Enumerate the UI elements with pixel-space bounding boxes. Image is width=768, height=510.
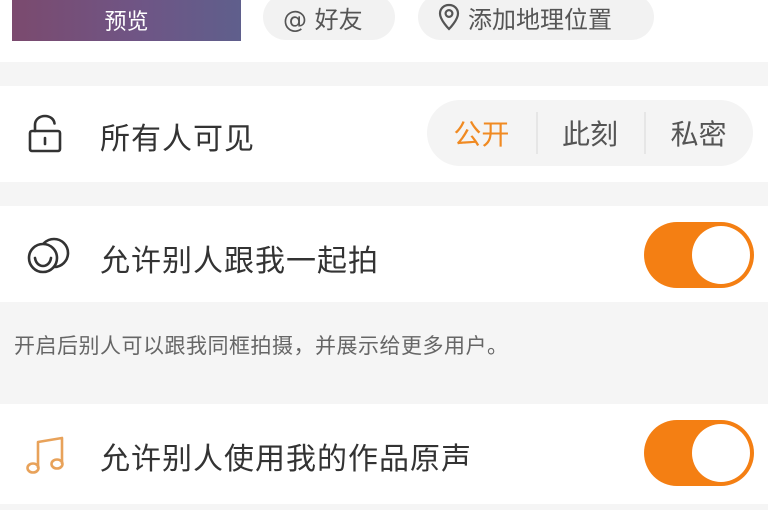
mention-friends-chip[interactable]: @ 好友 — [263, 0, 395, 40]
friends-chip-label: @ 好友 — [283, 5, 363, 34]
unlock-icon — [28, 114, 62, 153]
post-settings-screen: 预览 @ 好友 添加地理位置 所有人可见 公开 此刻 私密 允许别人跟我一起拍 … — [0, 0, 768, 510]
location-chip-label: 添加地理位置 — [468, 5, 612, 34]
toggle-knob — [692, 424, 750, 482]
allow-duet-toggle[interactable] — [644, 222, 754, 288]
top-strip: 预览 @ 好友 添加地理位置 — [0, 0, 768, 62]
preview-label: 预览 — [104, 9, 149, 35]
visibility-option-public[interactable]: 公开 — [427, 100, 536, 166]
allow-original-sound-toggle[interactable] — [644, 420, 754, 486]
location-pin-icon — [438, 3, 460, 31]
toggle-knob — [692, 226, 750, 284]
preview-button[interactable]: 预览 — [12, 0, 241, 41]
visibility-label: 所有人可见 — [100, 122, 255, 157]
allow-duet-row: 允许别人跟我一起拍 — [0, 206, 768, 302]
visibility-row: 所有人可见 公开 此刻 私密 — [0, 86, 768, 182]
music-note-icon — [26, 436, 64, 474]
visibility-segmented-control: 公开 此刻 私密 — [427, 100, 753, 166]
add-location-chip[interactable]: 添加地理位置 — [418, 0, 654, 40]
duet-hint-text: 开启后别人可以跟我同框拍摄，并展示给更多用户。 — [14, 334, 509, 358]
visibility-option-private[interactable]: 私密 — [644, 100, 753, 166]
duet-icon — [27, 237, 70, 274]
visibility-option-moment[interactable]: 此刻 — [535, 100, 645, 166]
allow-original-sound-label: 允许别人使用我的作品原声 — [100, 442, 472, 477]
allow-duet-label: 允许别人跟我一起拍 — [100, 244, 379, 279]
allow-original-sound-row: 允许别人使用我的作品原声 — [0, 404, 768, 504]
